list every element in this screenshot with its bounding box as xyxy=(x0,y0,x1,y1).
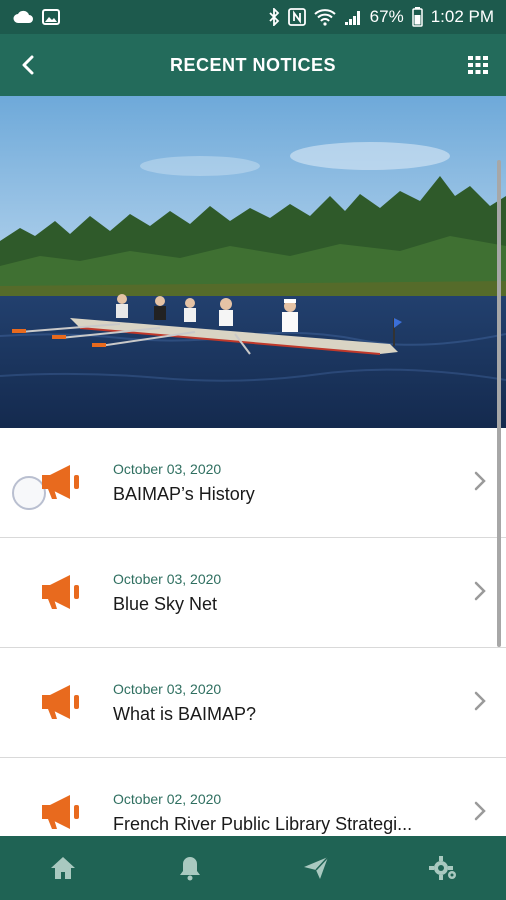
megaphone-icon xyxy=(38,462,82,502)
scrollbar[interactable] xyxy=(497,160,501,647)
battery-icon xyxy=(411,7,423,27)
settings-icon[interactable] xyxy=(413,843,473,893)
hero-image xyxy=(0,96,506,428)
bell-icon[interactable] xyxy=(160,843,220,893)
notice-date: October 03, 2020 xyxy=(113,461,222,477)
app-bar: RECENT NOTICES xyxy=(0,34,506,96)
grid-menu-icon[interactable] xyxy=(466,53,490,77)
clock-time: 1:02 PM xyxy=(430,7,494,26)
notice-date: October 03, 2020 xyxy=(113,571,222,587)
notices-list: October 03, 2020 BAIMAP’s History Octobe… xyxy=(0,428,506,836)
battery-percentage: 67% xyxy=(369,7,404,26)
notice-title: French River Public Library Strategi... xyxy=(113,814,413,834)
chevron-right-icon xyxy=(472,800,488,822)
notice-title: BAIMAP’s History xyxy=(113,484,255,504)
signal-icon xyxy=(344,8,362,26)
megaphone-icon xyxy=(38,682,82,722)
home-icon[interactable] xyxy=(33,843,93,893)
list-item[interactable]: October 03, 2020 Blue Sky Net xyxy=(0,538,506,648)
send-icon[interactable] xyxy=(286,843,346,893)
bottom-nav xyxy=(0,836,506,900)
bluetooth-icon xyxy=(268,8,280,26)
status-bar: 67% 1:02 PM xyxy=(0,0,506,34)
list-item[interactable]: October 02, 2020 French River Public Lib… xyxy=(0,758,506,836)
nfc-icon xyxy=(287,8,306,26)
image-icon xyxy=(42,9,60,25)
notice-date: October 03, 2020 xyxy=(113,681,222,697)
chevron-right-icon xyxy=(472,690,488,712)
megaphone-icon xyxy=(38,572,82,612)
list-item[interactable]: October 03, 2020 What is BAIMAP? xyxy=(0,648,506,758)
back-arrow-icon[interactable] xyxy=(14,51,42,79)
chevron-right-icon xyxy=(472,580,488,602)
wifi-icon xyxy=(313,8,336,26)
notice-title: What is BAIMAP? xyxy=(113,704,257,724)
list-item[interactable]: October 03, 2020 BAIMAP’s History xyxy=(0,428,506,538)
notice-date: October 02, 2020 xyxy=(113,791,222,807)
notice-title: Blue Sky Net xyxy=(113,594,218,614)
cloud-icon xyxy=(12,9,34,25)
page-title: RECENT NOTICES xyxy=(169,54,336,75)
chevron-right-icon xyxy=(472,470,488,492)
megaphone-icon xyxy=(38,792,82,832)
